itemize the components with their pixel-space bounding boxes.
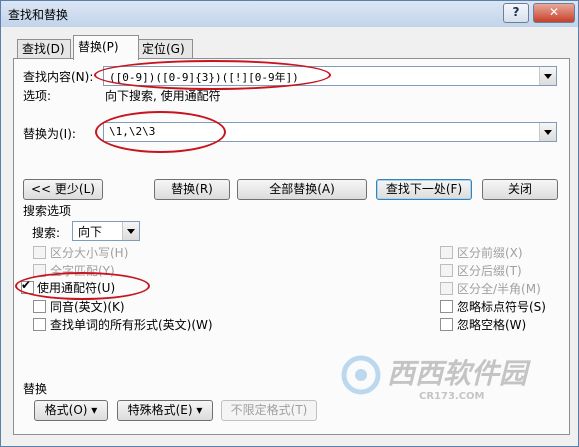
match-prefix-checkbox[interactable]	[440, 246, 453, 259]
ignore-punctuation-checkbox[interactable]	[440, 300, 453, 313]
title-bar: 查找和替换 ? ✕	[1, 1, 578, 27]
search-options-heading: 搜索选项	[23, 204, 72, 218]
replace-section-heading: 替换	[23, 382, 48, 396]
match-case-label: 区分大小写(H)	[50, 246, 129, 260]
search-direction-select[interactable]: 向下	[72, 221, 140, 241]
chevron-down-icon	[544, 130, 552, 135]
annotation-oval	[95, 111, 226, 153]
match-suffix-label: 区分后缀(T)	[457, 264, 522, 278]
watermark-url: CR173.COM	[419, 391, 485, 402]
ignore-space-label: 忽略空格(W)	[457, 318, 527, 332]
match-width-label: 区分全/半角(M)	[457, 282, 541, 296]
options-value: 向下搜索, 使用通配符	[105, 89, 221, 103]
watermark-brand: 西西软件园	[387, 357, 531, 390]
match-suffix-checkbox[interactable]	[440, 264, 453, 277]
annotation-oval	[15, 272, 150, 300]
match-case-checkbox[interactable]	[33, 246, 46, 259]
chevron-down-icon	[127, 229, 135, 234]
dropdown-arrow-icon: ▾	[196, 403, 203, 417]
replace-button[interactable]: 替换(R)	[154, 179, 230, 200]
find-next-button[interactable]: 查找下一处(F)	[376, 179, 472, 200]
format-button-label: 格式(O)	[44, 403, 88, 417]
match-prefix-label: 区分前缀(X)	[457, 246, 523, 260]
find-replace-dialog: 查找和替换 ? ✕ 查找(D) 替换(P) 定位(G) 查找内容(N): ([0…	[0, 0, 579, 447]
ignore-punctuation-label: 忽略标点符号(S)	[457, 300, 546, 314]
find-what-label: 查找内容(N):	[23, 70, 94, 84]
replace-with-label: 替换为(I):	[23, 127, 76, 141]
close-button[interactable]: 关闭	[482, 179, 558, 200]
chevron-down-icon	[544, 74, 552, 79]
dropdown-arrow-icon: ▾	[91, 403, 98, 417]
sounds-like-label: 同音(英文)(K)	[50, 300, 125, 314]
sounds-like-checkbox[interactable]	[33, 300, 46, 313]
special-button-label: 特殊格式(E)	[127, 403, 193, 417]
search-direction-dropdown-button[interactable]	[122, 222, 139, 240]
window-title: 查找和替换	[8, 8, 69, 22]
format-menu-button[interactable]: 格式(O) ▾	[34, 400, 108, 421]
less-options-button[interactable]: << 更少(L)	[23, 179, 103, 200]
replace-with-dropdown-button[interactable]	[539, 123, 556, 141]
tab-goto[interactable]: 定位(G)	[137, 39, 193, 59]
no-formatting-button[interactable]: 不限定格式(T)	[221, 400, 317, 421]
all-word-forms-checkbox[interactable]	[33, 318, 46, 331]
window-close-button[interactable]: ✕	[533, 3, 575, 23]
all-word-forms-label: 查找单词的所有形式(英文)(W)	[50, 318, 213, 332]
ignore-space-checkbox[interactable]	[440, 318, 453, 331]
find-what-dropdown-button[interactable]	[539, 67, 556, 85]
watermark-logo: 西西软件园 CR173.COM	[341, 355, 531, 402]
special-menu-button[interactable]: 特殊格式(E) ▾	[117, 400, 213, 421]
annotation-oval	[94, 60, 331, 90]
search-direction-label: 搜索:	[32, 226, 61, 240]
match-width-checkbox[interactable]	[440, 282, 453, 295]
tab-find[interactable]: 查找(D)	[17, 39, 71, 59]
tab-replace[interactable]: 替换(P)	[73, 35, 139, 60]
replace-all-button[interactable]: 全部替换(A)	[237, 179, 367, 200]
help-button[interactable]: ?	[503, 3, 529, 23]
search-direction-value: 向下	[78, 225, 103, 239]
options-label: 选项:	[23, 89, 52, 103]
